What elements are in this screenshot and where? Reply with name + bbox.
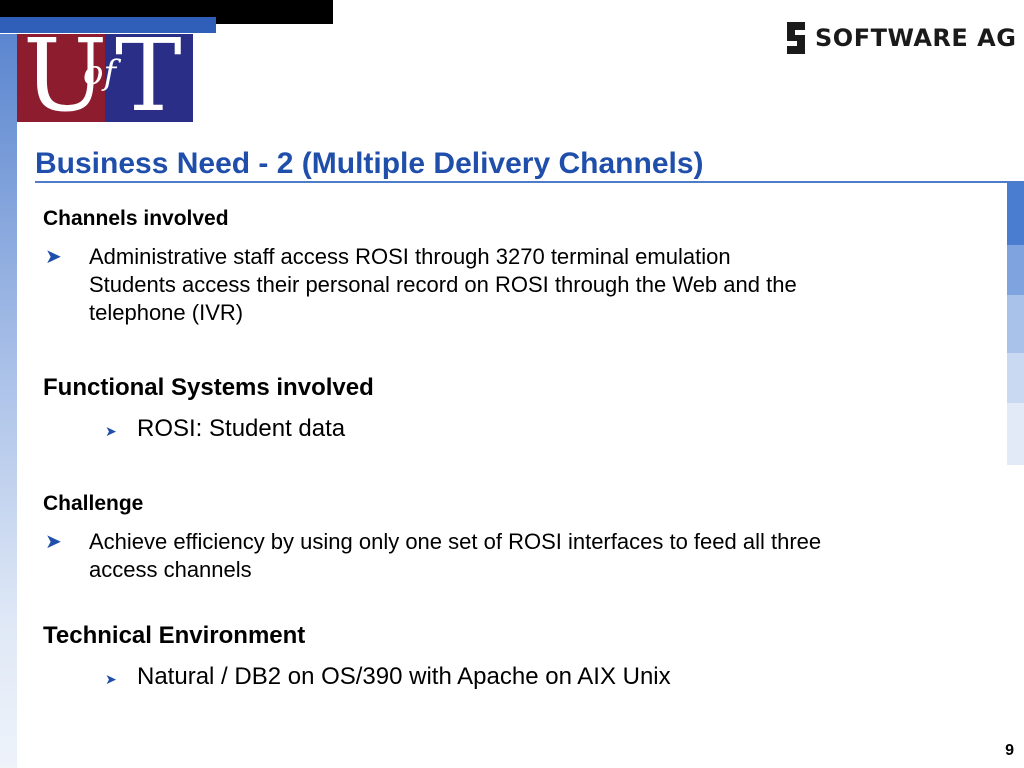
bullet-functional: ➤ ROSI: Student data xyxy=(105,414,345,446)
arrow-bullet-icon: ➤ xyxy=(105,423,117,439)
bullet-line: telephone (IVR) xyxy=(89,300,244,325)
arrow-bullet-icon: ➤ xyxy=(45,531,62,553)
arrow-bullet-icon: ➤ xyxy=(105,671,117,687)
bullet-line: Achieve efficiency by using only one set… xyxy=(89,529,822,554)
uoft-logo: U T of xyxy=(17,34,193,122)
bullet-line: Students access their personal record on… xyxy=(89,272,797,297)
heading-challenge: Challenge xyxy=(43,492,144,515)
bullet-line: access channels xyxy=(89,557,252,582)
software-ag-logo: SOFTWARE AG xyxy=(783,20,1016,56)
software-ag-s-icon xyxy=(787,22,805,54)
heading-technical-environment: Technical Environment xyxy=(43,622,306,649)
right-deco-block-1 xyxy=(1007,183,1024,245)
bullet-technical-text: Natural / DB2 on OS/390 with Apache on A… xyxy=(137,663,671,690)
title-underline xyxy=(35,181,1024,183)
top-black-tab xyxy=(216,0,333,24)
bullet-technical: ➤ Natural / DB2 on OS/390 with Apache on… xyxy=(105,662,671,694)
bullet-channels: ➤ Administrative staff access ROSI throu… xyxy=(45,243,797,327)
arrow-bullet-icon: ➤ xyxy=(45,246,62,268)
uoft-logo-blue-panel: T xyxy=(105,34,193,122)
right-deco-block-2 xyxy=(1007,245,1024,295)
slide-title: Business Need - 2 (Multiple Delivery Cha… xyxy=(35,147,704,180)
bullet-challenge: ➤ Achieve efficiency by using only one s… xyxy=(45,528,821,584)
page-number: 9 xyxy=(1005,742,1014,759)
software-ag-wordmark: SOFTWARE AG xyxy=(815,24,1017,52)
bullet-line: Administrative staff access ROSI through… xyxy=(89,244,731,269)
bullet-channels-text: Administrative staff access ROSI through… xyxy=(89,243,797,327)
bullet-functional-text: ROSI: Student data xyxy=(137,415,346,442)
right-deco-block-3 xyxy=(1007,295,1024,353)
heading-functional-systems: Functional Systems involved xyxy=(43,374,374,401)
heading-channels-involved: Channels involved xyxy=(43,207,229,230)
uoft-logo-letter-t: T xyxy=(115,34,182,122)
right-deco-block-5 xyxy=(1007,403,1024,465)
top-blue-bar xyxy=(0,17,216,33)
top-black-bar xyxy=(0,0,216,17)
right-deco-block-4 xyxy=(1007,353,1024,403)
bullet-challenge-text: Achieve efficiency by using only one set… xyxy=(89,528,821,584)
left-gradient-stripe xyxy=(0,34,17,768)
uoft-logo-of: of xyxy=(83,53,117,93)
